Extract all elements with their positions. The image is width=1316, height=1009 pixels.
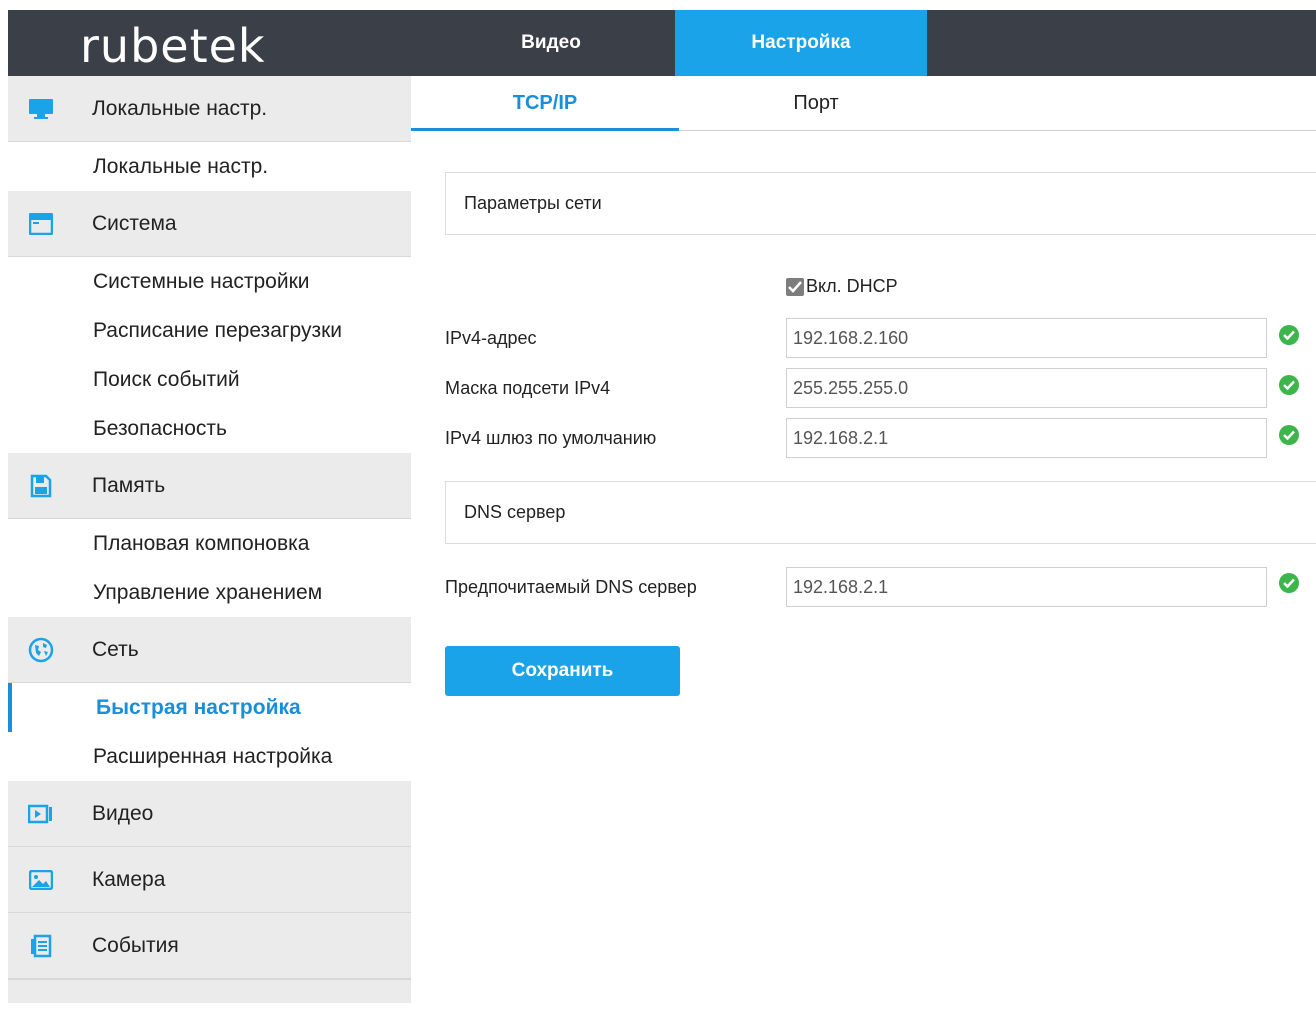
sidebar-section-system[interactable]: Система: [8, 191, 411, 257]
sidebar-item-event-search[interactable]: Поиск событий: [8, 355, 411, 404]
ipv4-address-label: IPv4-адрес: [445, 328, 537, 348]
gateway-input[interactable]: [786, 418, 1267, 458]
sidebar-section-network[interactable]: Сеть: [8, 617, 411, 683]
sidebar-section-label: Локальные настр.: [92, 96, 268, 120]
sidebar-item-quick-setup[interactable]: Быстрая настройка: [8, 683, 411, 732]
sidebar-section-storage[interactable]: Память: [8, 453, 411, 519]
tab-tcp-ip[interactable]: TCP/IP: [411, 76, 679, 131]
sidebar-item-storage-management[interactable]: Управление хранением: [8, 568, 411, 617]
save-button[interactable]: Сохранить: [445, 646, 680, 696]
dhcp-toggle[interactable]: Вкл. DHCP: [786, 276, 898, 297]
network-params-header: Параметры сети: [445, 172, 1316, 235]
main-content: TCP/IP Порт Параметры сети Вкл. DHCP IPv…: [411, 76, 1316, 1009]
events-icon: [22, 934, 60, 958]
sidebar-section-label: Память: [92, 473, 166, 497]
sidebar-section-label: Камера: [92, 867, 166, 891]
sidebar-section-camera[interactable]: Камера: [8, 847, 411, 913]
preferred-dns-label: Предпочитаемый DNS сервер: [445, 577, 697, 597]
sidebar-section-label: События: [92, 933, 179, 957]
floppy-disk-icon: [22, 474, 60, 498]
brand-logo: rubetek: [80, 19, 266, 73]
tab-settings[interactable]: Настройка: [675, 10, 927, 76]
tab-video[interactable]: Видео: [428, 10, 674, 76]
globe-icon: [22, 637, 60, 663]
tab-port[interactable]: Порт: [679, 76, 953, 131]
check-ok-icon: [1279, 325, 1299, 345]
sidebar-item-system-settings[interactable]: Системные настройки: [8, 257, 411, 306]
sidebar-item-advanced-setup[interactable]: Расширенная настройка: [8, 732, 411, 781]
subtab-bar: TCP/IP Порт: [411, 76, 1316, 131]
sidebar-section-label: Видео: [92, 801, 154, 825]
dns-server-header: DNS сервер: [445, 481, 1316, 544]
checkbox-checked-icon[interactable]: [786, 277, 804, 296]
check-ok-icon: [1279, 375, 1299, 395]
page: rubetek Видео Настройка Локальные настр.…: [0, 0, 1316, 1009]
sidebar-item-reboot-schedule[interactable]: Расписание перезагрузки: [8, 306, 411, 355]
monitor-icon: [22, 97, 60, 121]
sidebar-section-label: Сеть: [92, 637, 139, 661]
sidebar: Локальные настр. Локальные настр. Систем…: [8, 76, 411, 1009]
sidebar-section-local[interactable]: Локальные настр.: [8, 76, 411, 142]
ipv4-address-input[interactable]: [786, 318, 1267, 358]
sidebar-section-video[interactable]: Видео: [8, 781, 411, 847]
check-ok-icon: [1279, 425, 1299, 445]
dhcp-label: Вкл. DHCP: [806, 276, 898, 296]
subnet-mask-label: Маска подсети IPv4: [445, 378, 611, 398]
check-ok-icon: [1279, 573, 1299, 593]
preferred-dns-input[interactable]: [786, 567, 1267, 607]
sidebar-section-events[interactable]: События: [8, 913, 411, 979]
image-icon: [22, 869, 60, 890]
gateway-label: IPv4 шлюз по умолчанию: [445, 428, 657, 448]
sidebar-item-schedule-layout[interactable]: Плановая компоновка: [8, 519, 411, 568]
video-icon: [22, 804, 60, 824]
sidebar-item-security[interactable]: Безопасность: [8, 404, 411, 453]
sidebar-item-local-settings[interactable]: Локальные настр.: [8, 142, 411, 191]
top-bar: rubetek Видео Настройка: [8, 10, 1316, 76]
subnet-mask-input[interactable]: [786, 368, 1267, 408]
sidebar-footer: [8, 979, 411, 1003]
sidebar-section-label: Система: [92, 211, 177, 235]
system-icon: [22, 212, 60, 235]
